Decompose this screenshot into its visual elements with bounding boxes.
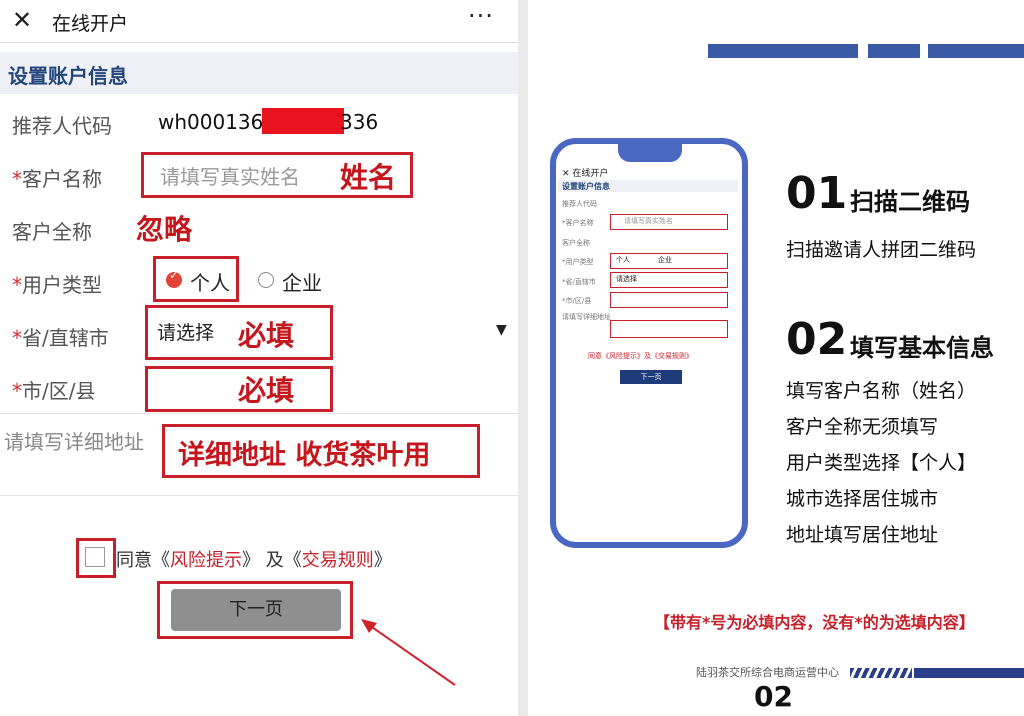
pointer-arrow [361, 619, 456, 686]
referrer-value: wh000136 [158, 110, 264, 134]
deco-bar [868, 44, 920, 58]
city-label: *市/区/县 [12, 375, 95, 404]
required-star: * [12, 167, 22, 191]
mini-label: *用户类型 [562, 258, 594, 266]
required-notice: 【带有*号为必填内容，没有*的为选填内容】 [654, 613, 975, 632]
agreement-text: 同意《风险提示》 及《交易规则》 [116, 546, 392, 572]
page-title: 在线开户 [52, 13, 129, 35]
mini-agree: 同意《风险提示》及《交易规则》 [588, 352, 693, 360]
dropdown-arrow-icon[interactable]: ▼ [496, 322, 507, 338]
mini-label: 推荐人代码 [562, 200, 597, 208]
mini-phone-notch [618, 140, 682, 162]
fullname-annotation: 忽略 [136, 213, 193, 246]
phone-screen: ✕ 在线开户 ··· 设置账户信息 推荐人代码 wh000136 336 *客户… [0, 0, 518, 716]
name-annotation: 姓名 [340, 161, 397, 194]
page-number: 02 [754, 680, 793, 713]
radio-unchecked-icon[interactable] [258, 272, 274, 288]
guide-page: ✕ 在线开户 设置账户信息 推荐人代码 *客户名称 客户全称 *用户类型 *省/… [528, 0, 1024, 716]
agree-suffix: 》 [373, 550, 392, 571]
step2-item: 用户类型选择【个人】 [786, 452, 977, 474]
step1-number: 01 [786, 168, 848, 219]
province-label-text: 省/直辖市 [22, 326, 109, 350]
usertype-label: *用户类型 [12, 269, 102, 298]
mini-name-placeholder: 请填写真实姓名 [624, 217, 673, 225]
step2-item: 填写客户名称（姓名） [786, 380, 977, 402]
section-title: 设置账户信息 [8, 64, 128, 88]
name-placeholder: 请填写真实姓名 [160, 165, 300, 189]
mini-next: 下一页 [620, 370, 682, 384]
mini-province-value: 请选择 [616, 275, 637, 283]
province-label: *省/直辖市 [12, 322, 109, 351]
check-icon: ✓ [169, 268, 180, 282]
mini-section: 设置账户信息 [562, 182, 610, 191]
step1-desc: 扫描邀请人拼团二维码 [786, 239, 977, 261]
company-option[interactable]: 企业 [282, 267, 322, 296]
mini-usertype-company: 企业 [658, 256, 672, 264]
mini-city-field [610, 292, 728, 308]
mini-title-text: 在线开户 [572, 169, 609, 179]
mini-label: *客户名称 [562, 219, 594, 227]
province-annotation: 必填 [238, 319, 295, 352]
agree-prefix: 同意《 [116, 550, 170, 571]
address-placeholder[interactable]: 请填写详细地址 [4, 426, 144, 455]
mini-title: ✕ 在线开户 [562, 169, 609, 179]
step2-item: 地址填写居住地址 [786, 524, 939, 546]
risk-link[interactable]: 风险提示 [170, 550, 242, 571]
fullname-label: 客户全称 [12, 220, 92, 244]
required-star: * [12, 326, 22, 350]
step2-number: 02 [786, 314, 848, 365]
mini-usertype-personal: 个人 [616, 256, 630, 264]
close-icon[interactable]: ✕ [12, 6, 32, 34]
agree-mid: 》 及《 [242, 550, 302, 571]
footer-bar [914, 668, 1024, 678]
agree-checkbox[interactable] [85, 547, 105, 567]
mini-address: 请填写详细地址 [562, 313, 611, 321]
step2-title: 填写基本信息 [850, 334, 994, 362]
referrer-value-end: 336 [340, 110, 379, 134]
city-label-text: 市/区/县 [22, 379, 96, 403]
more-icon[interactable]: ··· [468, 2, 494, 30]
footer-text: 陆羽茶交所综合电商运营中心 [696, 666, 839, 679]
next-button[interactable]: 下一页 [171, 589, 341, 631]
footer-stripes [850, 668, 912, 678]
required-star: * [12, 379, 22, 403]
mini-label: *省/直辖市 [562, 278, 596, 286]
address-annotation: 详细地址 收货茶叶用 [178, 440, 431, 471]
redacted-block [262, 108, 344, 134]
step2-item: 城市选择居住城市 [786, 488, 939, 510]
step2-item: 客户全称无须填写 [786, 416, 939, 438]
rules-link[interactable]: 交易规则 [302, 550, 374, 571]
city-annotation: 必填 [238, 374, 295, 407]
mini-label: *市/区/县 [562, 297, 592, 305]
deco-bar [708, 44, 858, 58]
name-label-text: 客户名称 [22, 167, 102, 191]
referrer-label: 推荐人代码 [12, 114, 112, 138]
usertype-label-text: 用户类型 [22, 273, 102, 297]
mini-address-field [610, 320, 728, 338]
deco-bar [928, 44, 1024, 58]
province-value: 请选择 [157, 322, 215, 344]
mini-label: 客户全称 [562, 239, 590, 247]
name-label: *客户名称 [12, 163, 102, 192]
required-star: * [12, 273, 22, 297]
step1-title: 扫描二维码 [850, 188, 970, 216]
personal-option[interactable]: 个人 [190, 267, 230, 296]
